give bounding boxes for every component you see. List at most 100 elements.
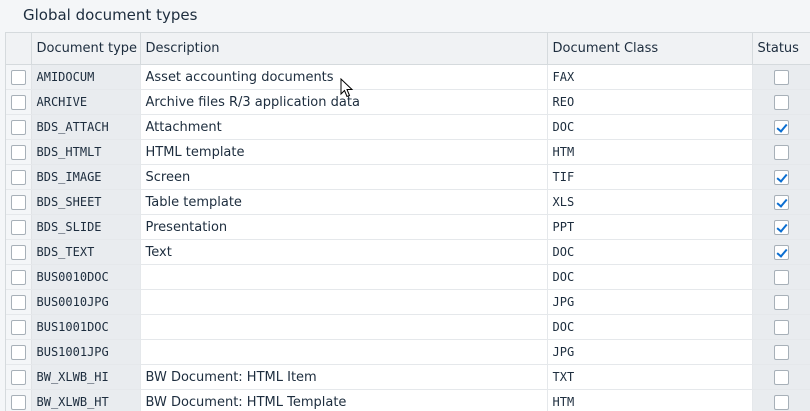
description-cell[interactable]: BW Document: HTML Template (140, 389, 548, 411)
document-class-cell[interactable]: DOC (547, 264, 753, 290)
status-checkbox[interactable] (774, 69, 789, 85)
table-row[interactable]: BDS_HTMLT HTML template HTM (6, 139, 810, 165)
document-class-cell[interactable]: HTM (547, 389, 753, 411)
row-selector[interactable] (6, 389, 32, 411)
row-select-checkbox[interactable] (10, 369, 26, 385)
document-type-cell[interactable]: BUS0010JPG (31, 289, 141, 315)
row-select-checkbox[interactable] (10, 269, 26, 285)
status-checkbox[interactable] (774, 219, 789, 235)
column-header-status[interactable]: Status (752, 32, 810, 65)
description-cell[interactable]: HTML template (140, 139, 548, 165)
status-cell[interactable] (752, 364, 810, 390)
row-select-checkbox[interactable] (10, 144, 26, 160)
status-cell[interactable] (752, 114, 810, 140)
row-selector[interactable] (6, 139, 32, 165)
row-selector[interactable] (6, 114, 32, 140)
table-row[interactable]: BUS0010DOC DOC (6, 264, 810, 290)
row-selector[interactable] (6, 314, 32, 340)
status-cell[interactable] (752, 264, 810, 290)
status-cell[interactable] (752, 239, 810, 265)
table-row[interactable]: BDS_SHEET Table template XLS (6, 189, 810, 215)
row-select-checkbox[interactable] (10, 194, 26, 210)
row-select-checkbox[interactable] (10, 244, 26, 260)
document-type-cell[interactable]: ARCHIVE (31, 89, 141, 115)
row-selector[interactable] (6, 339, 32, 365)
description-cell[interactable]: Text (140, 239, 548, 265)
table-row[interactable]: BDS_SLIDE Presentation PPT (6, 214, 810, 240)
description-cell[interactable] (140, 339, 548, 365)
status-cell[interactable] (752, 89, 810, 115)
status-checkbox[interactable] (774, 94, 789, 110)
column-header-document-class[interactable]: Document Class (547, 32, 753, 65)
document-class-cell[interactable]: PPT (547, 214, 753, 240)
row-select-checkbox[interactable] (10, 69, 26, 85)
description-cell[interactable] (140, 264, 548, 290)
row-select-checkbox[interactable] (10, 344, 26, 360)
description-cell[interactable]: BW Document: HTML Item (140, 364, 548, 390)
row-select-checkbox[interactable] (10, 119, 26, 135)
document-type-cell[interactable]: BDS_ATTACH (31, 114, 141, 140)
document-type-cell[interactable]: BDS_HTMLT (31, 139, 141, 165)
document-class-cell[interactable]: FAX (547, 64, 753, 90)
document-class-cell[interactable]: REO (547, 89, 753, 115)
table-row[interactable]: BDS_IMAGE Screen TIF (6, 164, 810, 190)
table-row[interactable]: BDS_ATTACH Attachment DOC (6, 114, 810, 140)
document-type-cell[interactable]: AMIDOCUM (31, 64, 141, 90)
select-all-header[interactable] (6, 32, 32, 65)
row-selector[interactable] (6, 289, 32, 315)
table-row[interactable]: AMIDOCUM Asset accounting documents FAX (6, 64, 810, 90)
document-type-cell[interactable]: BDS_SHEET (31, 189, 141, 215)
column-header-description[interactable]: Description (140, 32, 548, 65)
status-checkbox[interactable] (774, 244, 789, 260)
status-cell[interactable] (752, 339, 810, 365)
status-cell[interactable] (752, 164, 810, 190)
document-type-cell[interactable]: BDS_IMAGE (31, 164, 141, 190)
document-class-cell[interactable]: JPG (547, 289, 753, 315)
status-cell[interactable] (752, 139, 810, 165)
row-select-checkbox[interactable] (10, 294, 26, 310)
status-cell[interactable] (752, 189, 810, 215)
document-type-cell[interactable]: BUS0010DOC (31, 264, 141, 290)
document-class-cell[interactable]: XLS (547, 189, 753, 215)
document-type-cell[interactable]: BDS_TEXT (31, 239, 141, 265)
document-type-cell[interactable]: BW_XLWB_HI (31, 364, 141, 390)
row-selector[interactable] (6, 364, 32, 390)
row-select-checkbox[interactable] (10, 394, 26, 410)
row-selector[interactable] (6, 214, 32, 240)
document-type-cell[interactable]: BUS1001JPG (31, 339, 141, 365)
description-cell[interactable] (140, 314, 548, 340)
row-selector[interactable] (6, 164, 32, 190)
status-checkbox[interactable] (774, 394, 789, 410)
row-selector[interactable] (6, 264, 32, 290)
description-cell[interactable]: Table template (140, 189, 548, 215)
status-checkbox[interactable] (774, 369, 789, 385)
description-cell[interactable]: Screen (140, 164, 548, 190)
status-checkbox[interactable] (774, 169, 789, 185)
document-type-cell[interactable]: BW_XLWB_HT (31, 389, 141, 411)
description-cell[interactable]: Attachment (140, 114, 548, 140)
row-select-checkbox[interactable] (10, 94, 26, 110)
document-class-cell[interactable]: TXT (547, 364, 753, 390)
row-selector[interactable] (6, 189, 32, 215)
status-cell[interactable] (752, 389, 810, 411)
row-selector[interactable] (6, 89, 32, 115)
table-row[interactable]: BUS1001DOC DOC (6, 314, 810, 340)
table-row[interactable]: BUS1001JPG JPG (6, 339, 810, 365)
table-row[interactable]: ARCHIVE Archive files R/3 application dat… (6, 89, 810, 115)
status-checkbox[interactable] (774, 319, 789, 335)
document-class-cell[interactable]: DOC (547, 114, 753, 140)
status-checkbox[interactable] (774, 119, 789, 135)
table-row[interactable]: BW_XLWB_HI BW Document: HTML Item TXT (6, 364, 810, 390)
document-class-cell[interactable]: DOC (547, 239, 753, 265)
document-type-cell[interactable]: BUS1001DOC (31, 314, 141, 340)
table-row[interactable]: BDS_TEXT Text DOC (6, 239, 810, 265)
status-cell[interactable] (752, 314, 810, 340)
table-row[interactable]: BUS0010JPG JPG (6, 289, 810, 315)
status-cell[interactable] (752, 64, 810, 90)
status-checkbox[interactable] (774, 294, 789, 310)
row-select-checkbox[interactable] (10, 319, 26, 335)
row-selector[interactable] (6, 239, 32, 265)
status-cell[interactable] (752, 289, 810, 315)
row-selector[interactable] (6, 64, 32, 90)
row-select-checkbox[interactable] (10, 219, 26, 235)
